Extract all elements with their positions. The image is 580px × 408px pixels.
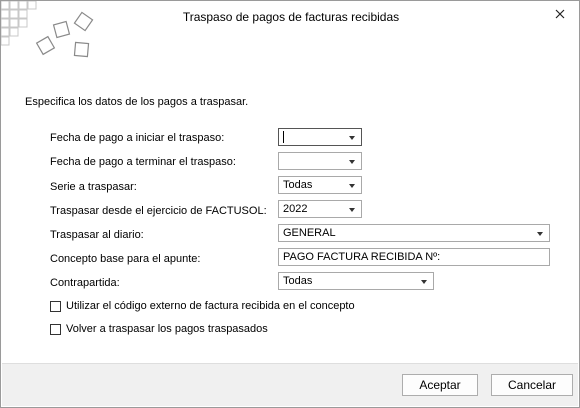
diario-value: GENERAL: [283, 227, 336, 239]
contrapartida-dropdown[interactable]: Todas: [278, 272, 434, 290]
intro-text: Especifica los datos de los pagos a tras…: [25, 96, 249, 108]
concepto-value: PAGO FACTURA RECIBIDA Nº:: [283, 251, 441, 263]
dialog-footer: Aceptar Cancelar: [2, 363, 578, 406]
diario-dropdown[interactable]: GENERAL: [278, 224, 550, 242]
chevron-down-icon[interactable]: [349, 184, 355, 188]
ejercicio-label: Traspasar desde el ejercicio de FACTUSOL…: [50, 205, 267, 217]
close-icon: [555, 9, 565, 19]
contrapartida-value: Todas: [283, 275, 313, 287]
concepto-input[interactable]: PAGO FACTURA RECIBIDA Nº:: [278, 248, 550, 266]
accept-button[interactable]: Aceptar: [402, 374, 478, 396]
chevron-down-icon[interactable]: [349, 208, 355, 212]
cancel-button[interactable]: Cancelar: [491, 374, 573, 396]
fecha-fin-label: Fecha de pago a terminar el traspaso:: [50, 156, 236, 168]
volver-traspasar-option[interactable]: Volver a traspasar los pagos traspasados: [50, 323, 268, 335]
diario-label: Traspasar al diario:: [50, 229, 144, 241]
contrapartida-label: Contrapartida:: [50, 277, 120, 289]
ejercicio-dropdown[interactable]: 2022: [278, 200, 362, 218]
chevron-down-icon[interactable]: [421, 280, 427, 284]
close-button[interactable]: [551, 5, 569, 23]
codigo-externo-option[interactable]: Utilizar el código externo de factura re…: [50, 300, 355, 312]
chevron-down-icon[interactable]: [349, 160, 355, 164]
ejercicio-value: 2022: [283, 203, 308, 215]
fecha-inicio-dropdown[interactable]: [278, 128, 362, 146]
concepto-label: Concepto base para el apunte:: [50, 253, 201, 265]
volver-traspasar-label: Volver a traspasar los pagos traspasados: [66, 323, 268, 335]
text-caret: [283, 131, 284, 143]
volver-traspasar-checkbox[interactable]: [50, 323, 61, 335]
fecha-fin-dropdown[interactable]: [278, 152, 362, 170]
dialog-window: Traspaso de pagos de facturas recibidas …: [0, 0, 580, 408]
dialog-title: Traspaso de pagos de facturas recibidas: [182, 10, 400, 24]
serie-value: Todas: [283, 179, 313, 191]
codigo-externo-checkbox[interactable]: [50, 300, 61, 312]
serie-label: Serie a traspasar:: [50, 181, 137, 193]
chevron-down-icon[interactable]: [537, 232, 543, 236]
fecha-inicio-label: Fecha de pago a iniciar el traspaso:: [50, 132, 225, 144]
codigo-externo-label: Utilizar el código externo de factura re…: [66, 300, 355, 312]
serie-dropdown[interactable]: Todas: [278, 176, 362, 194]
chevron-down-icon[interactable]: [349, 136, 355, 140]
